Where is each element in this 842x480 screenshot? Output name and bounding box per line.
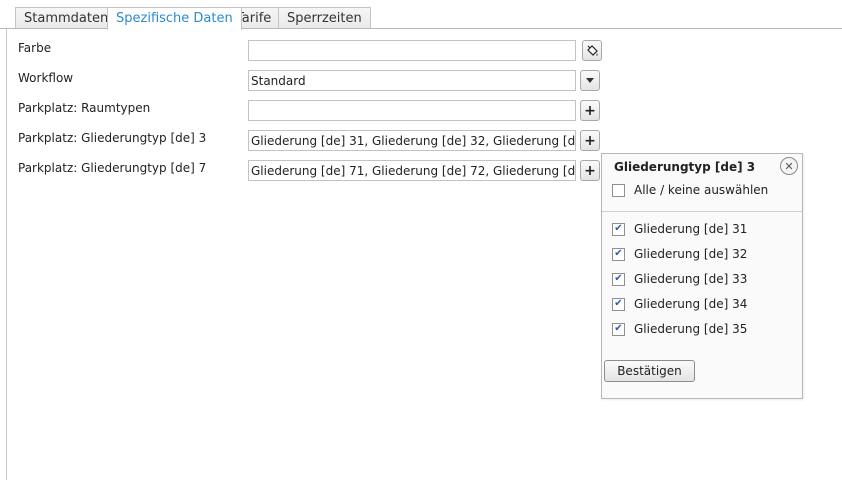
popup-title: Gliederungtyp [de] 3 bbox=[614, 160, 756, 174]
raumtypen-add-button[interactable]: + bbox=[580, 100, 600, 121]
item-label: Gliederung [de] 34 bbox=[634, 297, 748, 311]
item-checkbox[interactable]: ✔ bbox=[612, 222, 625, 236]
item-checkbox[interactable]: ✔ bbox=[612, 247, 625, 261]
select-all-checkbox[interactable] bbox=[612, 183, 625, 197]
item-checkbox[interactable]: ✔ bbox=[612, 322, 625, 336]
raumtypen-label: Parkplatz: Raumtypen bbox=[18, 101, 151, 115]
select-all-row[interactable]: Alle / keine auswählen bbox=[612, 182, 768, 198]
tab-bar: Stammdaten Spezifische Daten Tarife Sper… bbox=[0, 0, 842, 30]
gliederung3-add-button[interactable]: + bbox=[580, 130, 600, 151]
popup-divider bbox=[602, 211, 802, 212]
list-item[interactable]: ✔ Gliederung [de] 34 bbox=[612, 296, 747, 312]
gliederung3-label: Parkplatz: Gliederungtyp [de] 3 bbox=[18, 131, 207, 145]
farbe-field[interactable] bbox=[248, 40, 576, 61]
list-item[interactable]: ✔ Gliederung [de] 35 bbox=[612, 321, 747, 337]
plus-icon: + bbox=[584, 162, 596, 179]
tab-spezifische-daten[interactable]: Spezifische Daten bbox=[107, 7, 242, 30]
item-label: Gliederung [de] 32 bbox=[634, 247, 748, 261]
gliederung7-add-button[interactable]: + bbox=[580, 160, 600, 181]
list-item[interactable]: ✔ Gliederung [de] 33 bbox=[612, 271, 747, 287]
item-label: Gliederung [de] 35 bbox=[634, 322, 748, 336]
workflow-select[interactable]: Standard bbox=[248, 70, 576, 91]
item-checkbox[interactable]: ✔ bbox=[612, 272, 625, 286]
raumtypen-field[interactable] bbox=[248, 100, 576, 121]
item-label: Gliederung [de] 31 bbox=[634, 222, 748, 236]
tab-sperrzeiten[interactable]: Sperrzeiten bbox=[278, 7, 371, 29]
farbe-label: Farbe bbox=[18, 41, 52, 55]
content-border bbox=[6, 29, 7, 480]
gliederung7-label: Parkplatz: Gliederungtyp [de] 7 bbox=[18, 161, 207, 175]
plus-icon: + bbox=[584, 102, 596, 119]
item-checkbox[interactable]: ✔ bbox=[612, 297, 625, 311]
workflow-label: Workflow bbox=[18, 71, 74, 85]
select-all-label: Alle / keine auswählen bbox=[634, 183, 769, 197]
chevron-down-icon bbox=[586, 78, 594, 83]
paint-bucket-button[interactable] bbox=[582, 40, 602, 61]
close-icon[interactable]: ✕ bbox=[780, 157, 798, 175]
gliederungtyp-popup: Gliederungtyp [de] 3 ✕ Alle / keine ausw… bbox=[601, 153, 803, 399]
workflow-dropdown-button[interactable] bbox=[580, 70, 600, 91]
list-item[interactable]: ✔ Gliederung [de] 32 bbox=[612, 246, 747, 262]
item-label: Gliederung [de] 33 bbox=[634, 272, 748, 286]
tab-stammdaten[interactable]: Stammdaten bbox=[15, 7, 118, 29]
plus-icon: + bbox=[584, 132, 596, 149]
confirm-button[interactable]: Bestätigen bbox=[604, 360, 695, 382]
gliederung3-field[interactable]: Gliederung [de] 31, Gliederung [de] 32, … bbox=[248, 130, 576, 151]
gliederung7-field[interactable]: Gliederung [de] 71, Gliederung [de] 72, … bbox=[248, 160, 576, 181]
paint-bucket-icon bbox=[587, 44, 598, 56]
list-item[interactable]: ✔ Gliederung [de] 31 bbox=[612, 221, 747, 237]
